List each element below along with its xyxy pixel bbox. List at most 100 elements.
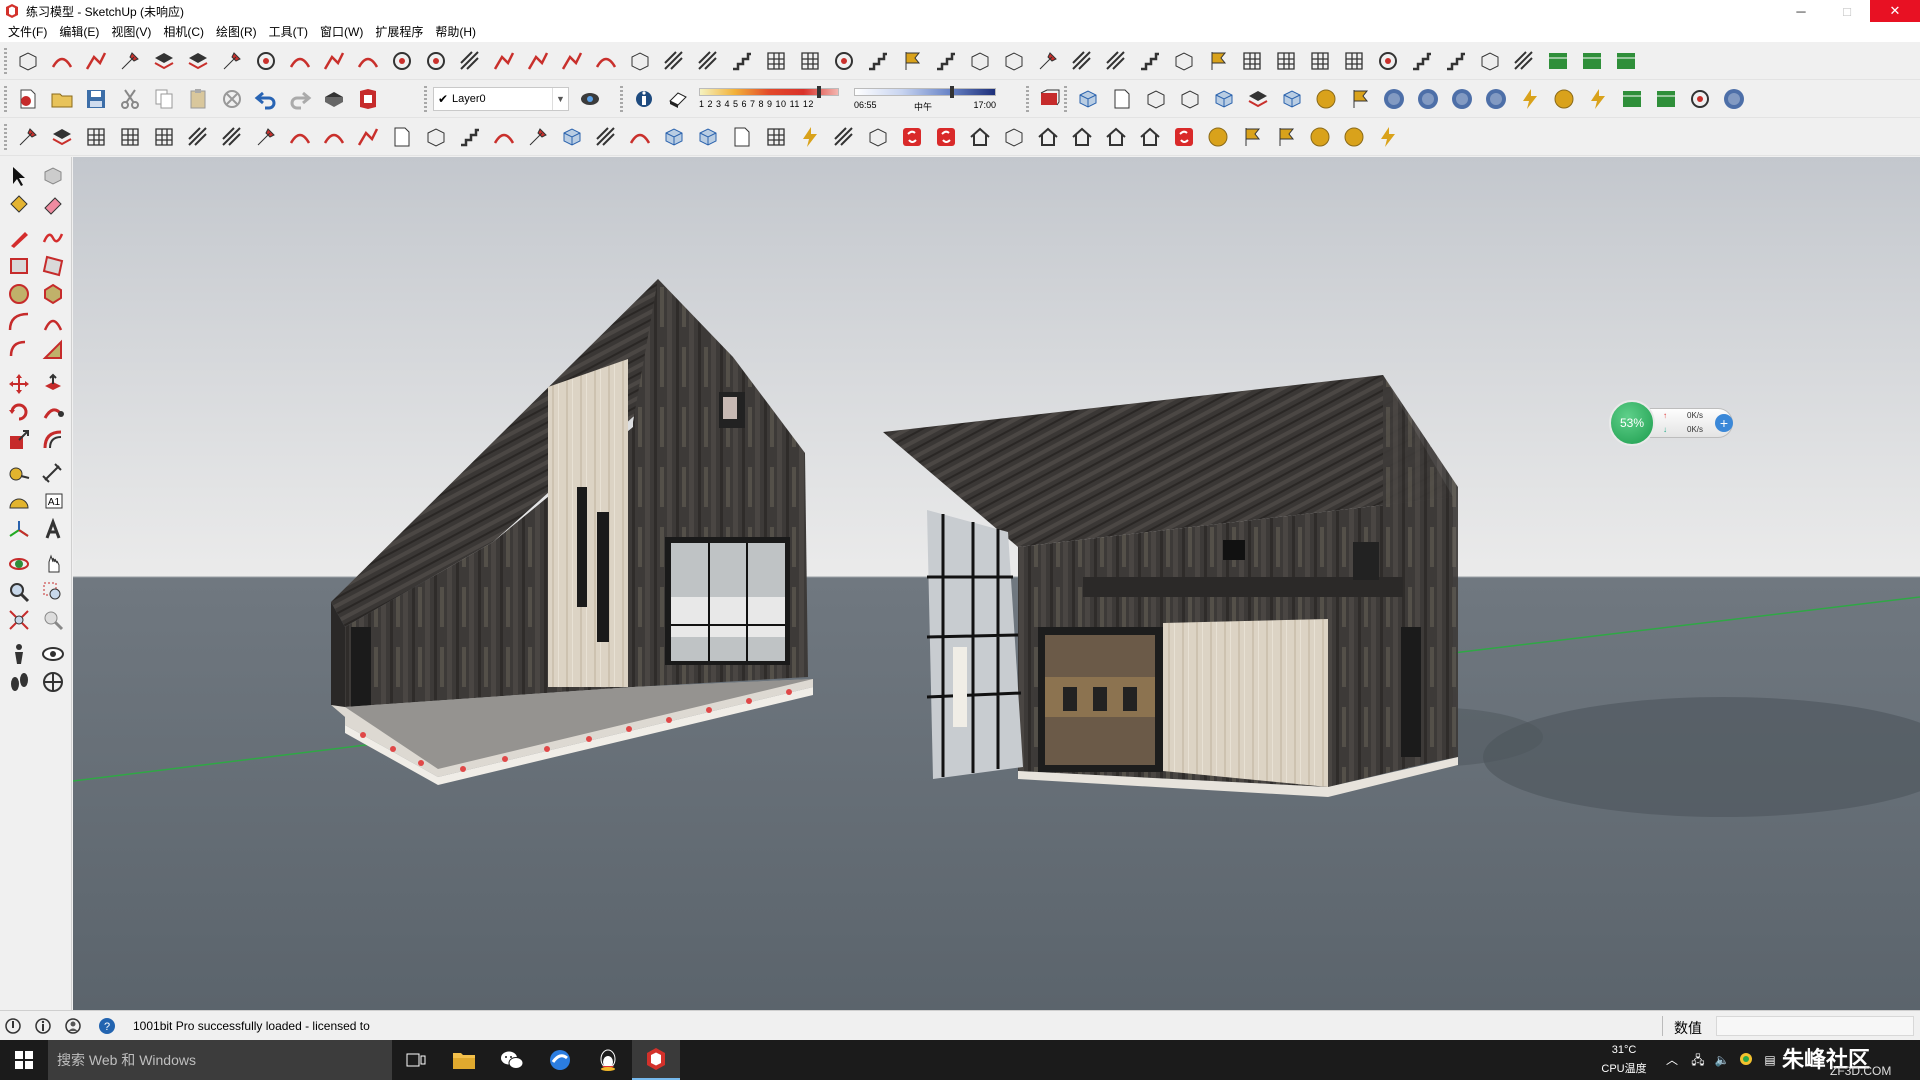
sun-icon[interactable] xyxy=(1549,84,1579,114)
shadow-month-slider[interactable]: 1 2 3 4 5 6 7 8 9 10 11 12 xyxy=(697,85,842,113)
offset-icon[interactable] xyxy=(421,46,451,76)
menu-extensions[interactable]: 扩展程序 xyxy=(369,22,429,42)
building-icon[interactable] xyxy=(1135,122,1165,152)
lamp-icon[interactable] xyxy=(1583,84,1613,114)
shadow-settings-icon[interactable] xyxy=(629,84,659,114)
tile-icon[interactable] xyxy=(1271,46,1301,76)
beam-icon[interactable] xyxy=(217,122,247,152)
taskbar-browser[interactable] xyxy=(536,1040,584,1080)
render-r-icon[interactable] xyxy=(1379,84,1409,114)
open-file-icon[interactable] xyxy=(47,84,77,114)
freehand-icon[interactable] xyxy=(38,223,68,253)
toolbar-grip[interactable] xyxy=(4,124,7,150)
toolbar-grip[interactable] xyxy=(424,86,427,112)
help-instructor-icon[interactable]: ? xyxy=(98,1017,116,1035)
measure-icon[interactable] xyxy=(829,122,859,152)
cleanup-icon[interactable] xyxy=(523,122,553,152)
roof-icon[interactable] xyxy=(965,46,995,76)
layers-copy-icon[interactable] xyxy=(183,46,213,76)
column-icon[interactable] xyxy=(795,46,825,76)
wall-icon[interactable] xyxy=(81,122,111,152)
slice-icon[interactable] xyxy=(1033,46,1063,76)
position-camera-icon[interactable] xyxy=(4,639,34,669)
dome-light-icon[interactable] xyxy=(1305,122,1335,152)
save-icon[interactable] xyxy=(81,84,111,114)
pause-icon[interactable] xyxy=(1719,84,1749,114)
tag-icon[interactable] xyxy=(897,46,927,76)
top-view-icon[interactable] xyxy=(1107,84,1137,114)
credits-icon[interactable] xyxy=(34,1017,52,1035)
tray-expand-icon[interactable]: ︿ xyxy=(1664,1052,1680,1068)
extrude-icon[interactable] xyxy=(625,46,655,76)
circle-icon[interactable] xyxy=(4,279,34,309)
network-monitor-widget[interactable]: 53% ↑ 0K/s ↓ 0K/s + xyxy=(1609,400,1737,446)
joint-push-pull-icon[interactable] xyxy=(693,46,723,76)
bottom-view-icon[interactable] xyxy=(1277,84,1307,114)
extend-line-icon[interactable] xyxy=(557,46,587,76)
section-plane-icon[interactable] xyxy=(1035,84,1065,114)
curviloft-icon[interactable] xyxy=(353,46,383,76)
panel-icon[interactable] xyxy=(1169,46,1199,76)
array-icon[interactable] xyxy=(659,122,689,152)
toolbar-grip[interactable] xyxy=(1064,86,1067,112)
pan-icon[interactable] xyxy=(38,549,68,579)
import-icon[interactable] xyxy=(1577,46,1607,76)
loft-icon[interactable] xyxy=(489,122,519,152)
taskbar-search-box[interactable]: 搜索 Web 和 Windows xyxy=(48,1040,392,1080)
stack-icon[interactable] xyxy=(1135,46,1165,76)
zoom-icon[interactable] xyxy=(4,577,34,607)
polyline-icon[interactable] xyxy=(81,46,111,76)
grille-icon[interactable] xyxy=(1305,46,1335,76)
user-account-icon[interactable] xyxy=(64,1017,82,1035)
spotlight-icon[interactable] xyxy=(1237,122,1267,152)
material-m-icon[interactable] xyxy=(1311,84,1341,114)
push-pull-tool-icon[interactable] xyxy=(38,369,68,399)
fillet-icon[interactable] xyxy=(489,46,519,76)
menu-window[interactable]: 窗口(W) xyxy=(314,22,369,42)
round-corner-icon[interactable] xyxy=(251,46,281,76)
rotate-object-icon[interactable] xyxy=(47,46,77,76)
menu-edit[interactable]: 编辑(E) xyxy=(53,22,105,42)
chamfer-icon[interactable] xyxy=(523,46,553,76)
make-component-icon[interactable] xyxy=(38,161,68,191)
cut-icon[interactable] xyxy=(115,84,145,114)
trim-icon[interactable] xyxy=(659,46,689,76)
layer-manager-icon[interactable] xyxy=(575,84,605,114)
menu-camera[interactable]: 相机(C) xyxy=(157,22,210,42)
taskbar-wechat[interactable] xyxy=(488,1040,536,1080)
solid-icon[interactable] xyxy=(863,122,893,152)
su-app-icon[interactable] xyxy=(931,122,961,152)
toolbar-grip[interactable] xyxy=(4,48,7,74)
hatch-icon[interactable] xyxy=(1237,46,1267,76)
tree-icon[interactable] xyxy=(1617,84,1647,114)
s-plugin-icon[interactable] xyxy=(1169,122,1199,152)
taskbar-sketchup[interactable] xyxy=(632,1040,680,1080)
iso-view-icon[interactable] xyxy=(1073,84,1103,114)
look-around-icon[interactable] xyxy=(38,639,68,669)
geolocation-icon[interactable] xyxy=(4,1017,22,1035)
action-center-icon[interactable]: ▤ xyxy=(1762,1052,1778,1068)
rotate-tool-icon[interactable] xyxy=(4,397,34,427)
back-view-icon[interactable] xyxy=(1209,84,1239,114)
line-tool-icon[interactable] xyxy=(353,122,383,152)
minimize-button[interactable]: ─ xyxy=(1778,0,1824,22)
fence-icon[interactable] xyxy=(149,122,179,152)
slope-icon[interactable] xyxy=(591,122,621,152)
texture-icon[interactable] xyxy=(727,122,757,152)
tag-manager-icon[interactable] xyxy=(1345,84,1375,114)
polygon-icon[interactable] xyxy=(38,279,68,309)
menu-tools[interactable]: 工具(T) xyxy=(263,22,314,42)
print-icon[interactable] xyxy=(319,84,349,114)
axes-tool-icon[interactable] xyxy=(4,515,34,545)
undo-icon[interactable] xyxy=(251,84,281,114)
rotated-rectangle-icon[interactable] xyxy=(38,251,68,281)
sweep-icon[interactable] xyxy=(1101,46,1131,76)
house-tool-icon[interactable] xyxy=(1101,122,1131,152)
taskbar-qq[interactable] xyxy=(584,1040,632,1080)
front-view-icon[interactable] xyxy=(1141,84,1171,114)
new-file-icon[interactable] xyxy=(13,84,43,114)
blinds-icon[interactable] xyxy=(1509,46,1539,76)
roof-tool-icon[interactable] xyxy=(965,122,995,152)
hole-icon[interactable] xyxy=(829,46,859,76)
paste-icon[interactable] xyxy=(183,84,213,114)
